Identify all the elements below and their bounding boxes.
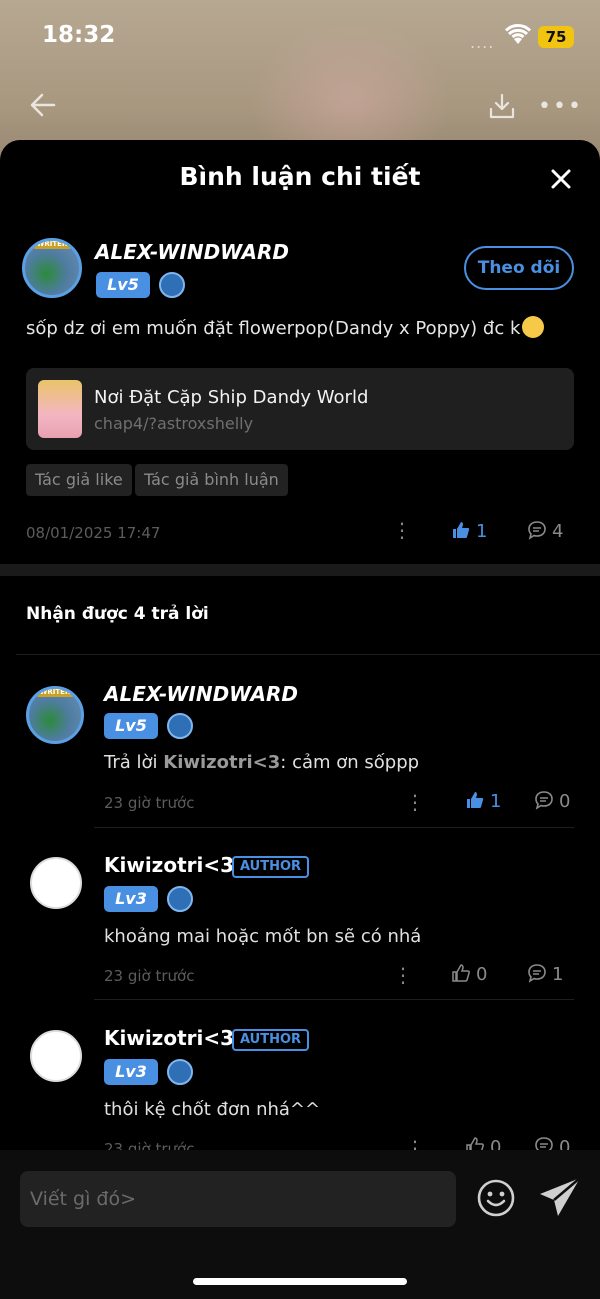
story-card[interactable]: Nơi Đặt Cặp Ship Dandy World chap4/?astr…	[26, 368, 574, 450]
story-title: Nơi Đặt Cặp Ship Dandy World	[94, 387, 369, 408]
avatar[interactable]	[30, 857, 82, 909]
author-tag: AUTHOR	[232, 1029, 310, 1051]
like-count: 1	[476, 521, 488, 542]
tag-author-comment: Tác giả bình luận	[135, 464, 288, 496]
comment-count: 0	[559, 791, 571, 812]
like-count: 0	[476, 964, 488, 985]
comment-button[interactable]: 0	[534, 790, 570, 812]
writer-crown-badge: WRITER	[35, 689, 75, 697]
reply-author-name[interactable]: ALEX-WINDWARD	[104, 682, 298, 706]
writer-crown-badge: WRITER	[32, 241, 72, 249]
pen-badge-icon	[167, 713, 193, 739]
divider	[94, 999, 574, 1000]
like-button[interactable]: 0	[451, 963, 487, 985]
reply-count: 4	[552, 521, 564, 542]
story-chapter: chap4/?astroxshelly	[94, 414, 254, 433]
level-badge: Lv5	[96, 272, 150, 298]
reply-author-name[interactable]: Kiwizotri<3	[104, 853, 234, 877]
more-vertical-icon[interactable]: ⋮	[393, 965, 413, 985]
back-arrow-icon[interactable]	[28, 90, 58, 124]
level-badge: Lv3	[104, 1059, 158, 1085]
story-thumbnail	[38, 380, 82, 438]
follow-button[interactable]: Theo dõi	[464, 246, 574, 290]
section-divider	[0, 564, 600, 576]
status-bar: 18:32 .... 75	[0, 0, 600, 72]
mention-link[interactable]: Kiwizotri<3	[163, 752, 280, 773]
download-icon[interactable]	[488, 92, 516, 124]
thumbs-up-icon	[467, 792, 484, 808]
comment-count: 1	[552, 964, 564, 985]
comment-input-bar: Viết gì đó>	[0, 1150, 600, 1299]
reply-count-button[interactable]: 4	[527, 520, 563, 542]
avatar[interactable]: WRITER	[26, 686, 84, 744]
avatar[interactable]: WRITER	[22, 238, 82, 298]
close-icon[interactable]	[548, 166, 574, 192]
more-vertical-icon[interactable]: ⋮	[405, 792, 425, 812]
sheet-title: Bình luận chi tiết	[179, 162, 421, 191]
reply-text: khoảng mai hoặc mốt bn sẽ có nhá	[104, 926, 422, 947]
reply-body: : cảm ơn sốppp	[280, 752, 420, 773]
status-time: 18:32	[42, 22, 116, 48]
tag-author-like: Tác giả like	[26, 464, 132, 496]
more-vertical-icon[interactable]: ⋮	[392, 520, 412, 540]
emoji-icon[interactable]	[476, 1178, 516, 1222]
like-button[interactable]: 1	[465, 790, 501, 812]
like-button[interactable]: 1	[451, 520, 487, 542]
comment-input[interactable]: Viết gì đó>	[20, 1171, 456, 1227]
reply-author-name[interactable]: Kiwizotri<3	[104, 1026, 234, 1050]
author-tag: AUTHOR	[232, 856, 310, 878]
thumbs-up-icon	[452, 964, 470, 982]
reply-time: 23 giờ trước	[104, 967, 195, 985]
reply-prefix: Trả lời	[104, 752, 164, 773]
comment-bubble-icon	[528, 521, 546, 540]
signal-icon: ....	[470, 33, 495, 52]
like-count: 1	[490, 791, 502, 812]
reply-text: thôi kệ chốt đơn nhá^^	[104, 1099, 321, 1120]
avatar[interactable]	[30, 1030, 82, 1082]
comment-text: sốp dz ơi em muốn đặt flowerpop(Dandy x …	[26, 316, 545, 339]
comment-bubble-icon	[528, 964, 546, 983]
comment-button[interactable]: 1	[527, 963, 563, 985]
comment-detail-sheet: Bình luận chi tiết WRITER ALEX-WINDWARD …	[0, 140, 600, 1299]
comment-bubble-icon	[535, 791, 553, 810]
divider	[94, 827, 574, 828]
thumbs-up-icon	[453, 522, 470, 538]
pen-badge-icon	[159, 272, 185, 298]
comment-timestamp: 08/01/2025 17:47	[26, 524, 161, 542]
wifi-icon	[504, 24, 532, 50]
comment-body: sốp dz ơi em muốn đặt flowerpop(Dandy x …	[26, 318, 521, 339]
more-icon[interactable]: •••	[538, 94, 583, 119]
level-badge: Lv5	[104, 713, 158, 739]
level-badge: Lv3	[104, 886, 158, 912]
pen-badge-icon	[167, 886, 193, 912]
pen-badge-icon	[167, 1059, 193, 1085]
reply-time: 23 giờ trước	[104, 794, 195, 812]
replies-heading: Nhận được 4 trả lời	[26, 604, 209, 624]
comment-author-name[interactable]: ALEX-WINDWARD	[95, 240, 289, 264]
reply-text: Trả lời Kiwizotri<3: cảm ơn sốppp	[104, 752, 419, 773]
crying-emoji-icon	[522, 316, 545, 338]
send-icon[interactable]	[538, 1176, 582, 1222]
battery-icon: 75	[538, 26, 574, 48]
home-indicator	[193, 1278, 407, 1285]
divider	[16, 654, 600, 655]
